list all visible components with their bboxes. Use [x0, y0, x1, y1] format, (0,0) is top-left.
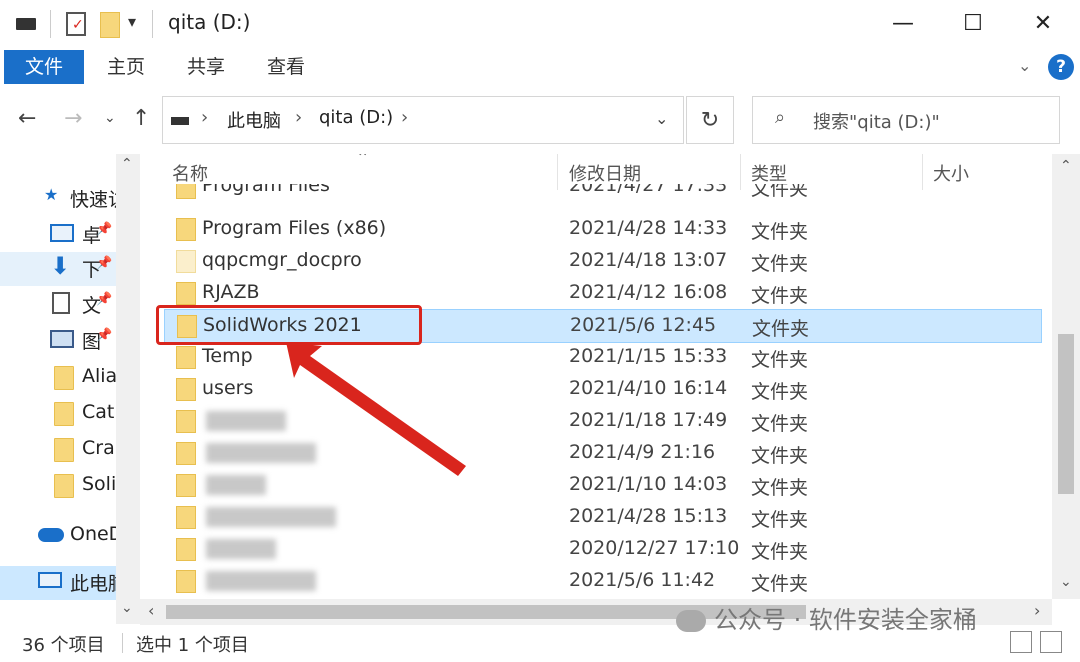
annotation-arrow	[286, 342, 466, 476]
watermark-text: 公众号 · 软件安装全家桶	[714, 606, 977, 634]
watermark: 公众号 · 软件安装全家桶	[676, 600, 977, 635]
red-arrow-icon	[286, 342, 466, 476]
wechat-icon	[676, 610, 706, 632]
